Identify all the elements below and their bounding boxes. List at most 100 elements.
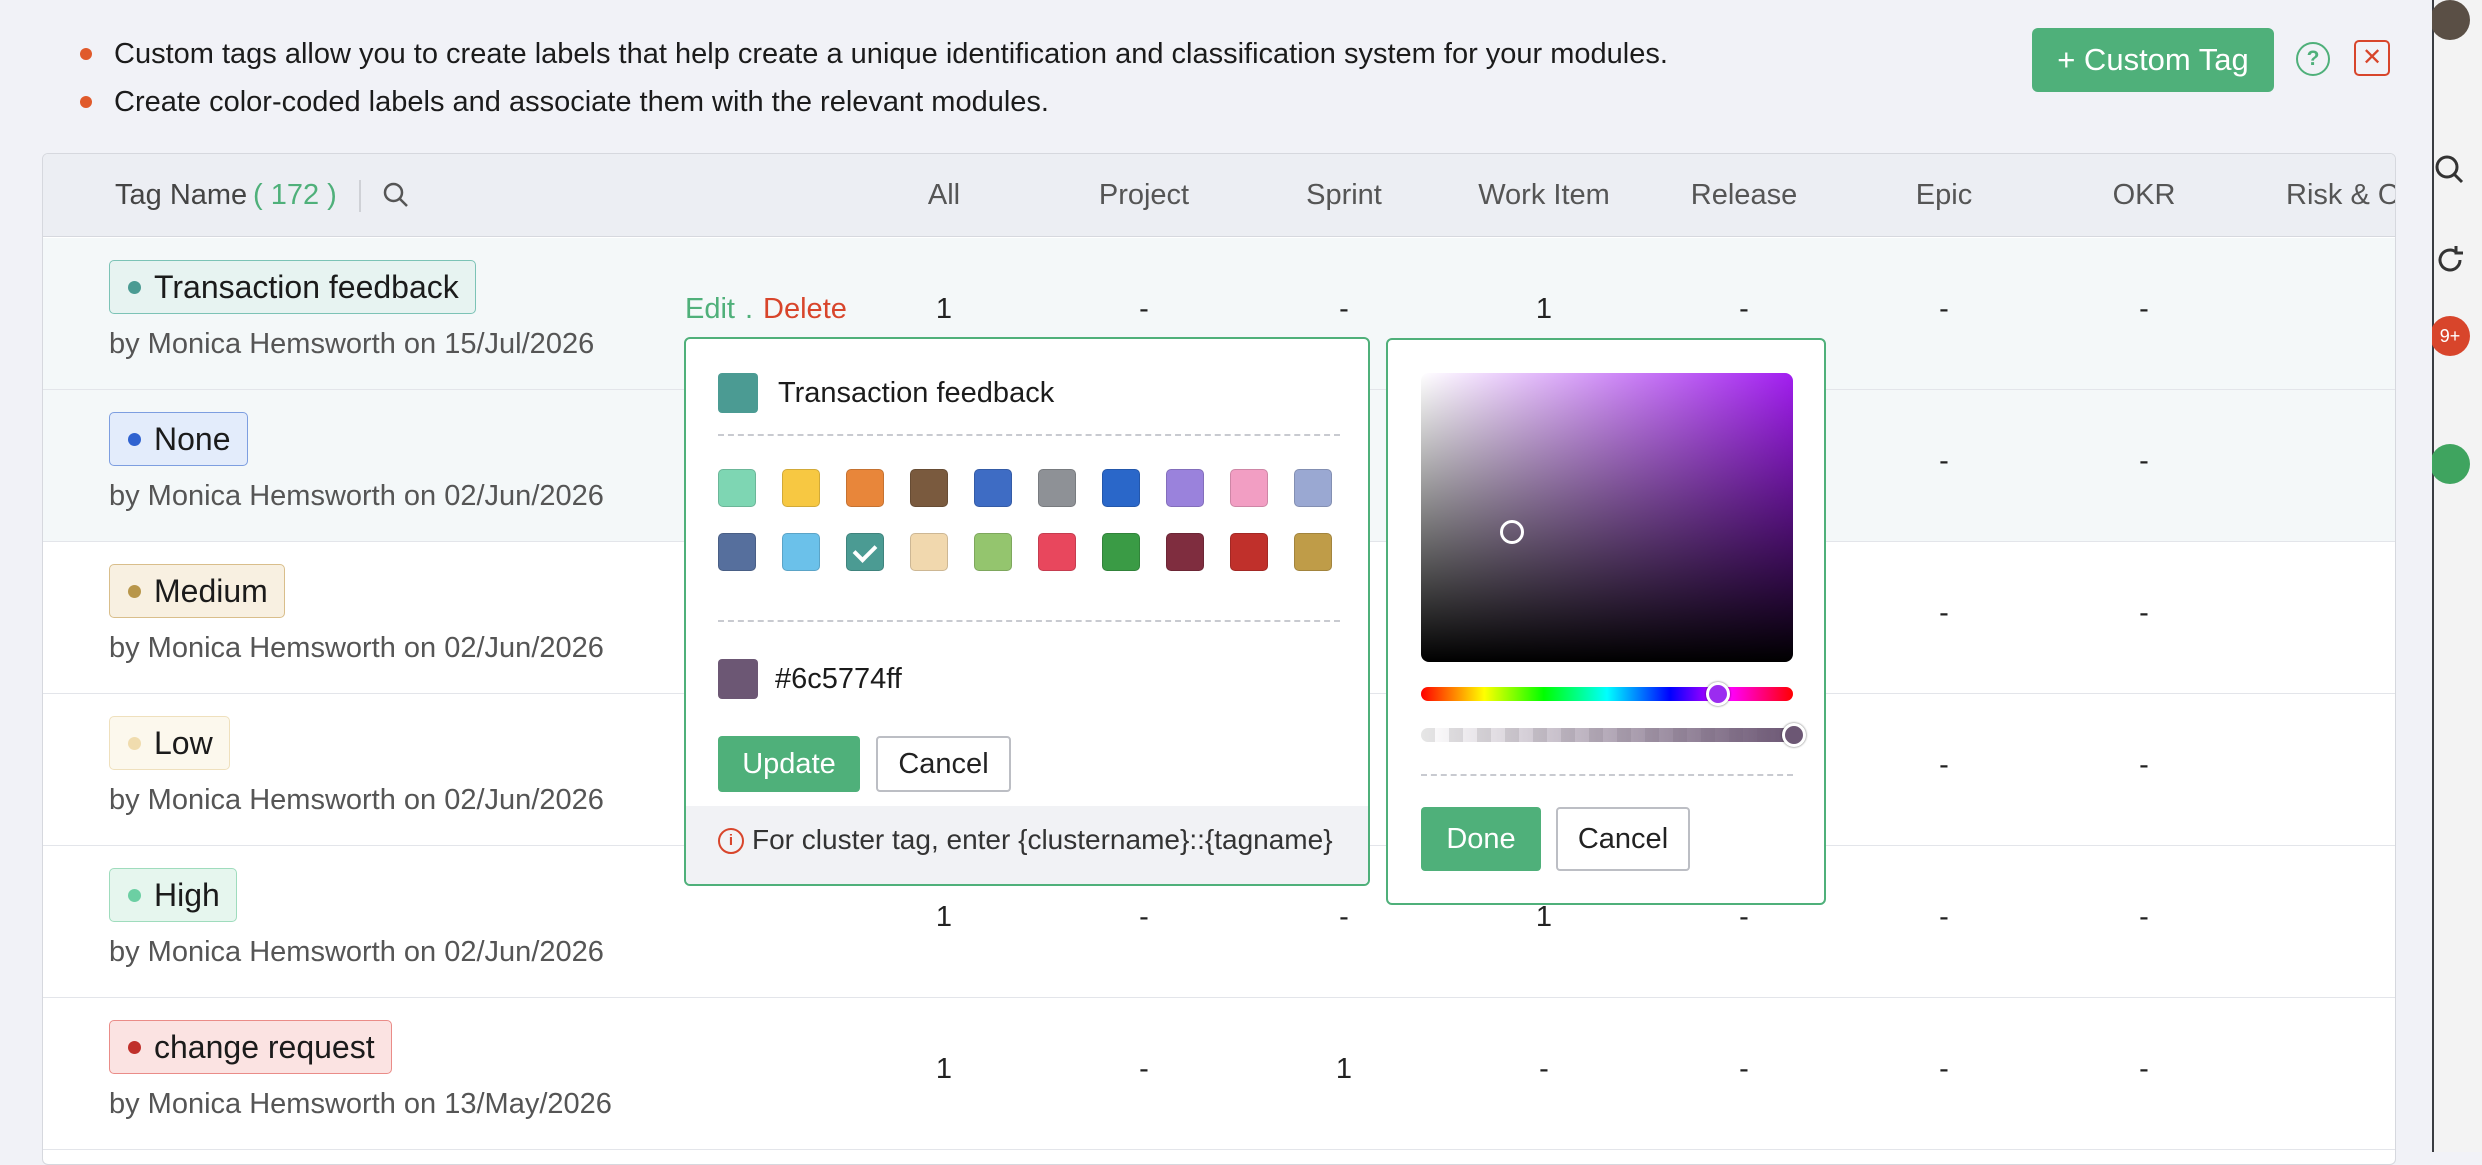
color-swatch[interactable] xyxy=(718,469,756,507)
count-cell[interactable]: - xyxy=(1844,749,2044,782)
color-swatch[interactable] xyxy=(846,533,884,571)
count-cell[interactable]: - xyxy=(2044,1053,2244,1086)
count-cell[interactable]: - xyxy=(2044,445,2244,478)
tag-chip[interactable]: High xyxy=(109,868,237,922)
color-swatch[interactable] xyxy=(1038,469,1076,507)
info-item: Custom tags allow you to create labels t… xyxy=(80,30,1668,78)
column-work-item[interactable]: Work Item xyxy=(1444,154,1644,236)
color-swatch[interactable] xyxy=(910,533,948,571)
divider xyxy=(718,434,1340,436)
search-icon[interactable] xyxy=(2430,150,2470,190)
hex-input[interactable]: #6c5774ff xyxy=(775,661,902,697)
search-icon[interactable] xyxy=(381,180,411,210)
count-cell[interactable]: - xyxy=(1044,293,1244,326)
saturation-handle[interactable] xyxy=(1500,520,1524,544)
app-icon[interactable] xyxy=(2430,444,2470,484)
help-icon[interactable]: ? xyxy=(2296,42,2330,76)
notification-badge[interactable]: 9+ xyxy=(2430,316,2470,356)
count-cell[interactable]: - xyxy=(2044,901,2244,934)
count-cell[interactable]: - xyxy=(1844,445,2044,478)
hue-slider-handle[interactable] xyxy=(1706,682,1730,706)
count-cell[interactable]: - xyxy=(1644,1053,1844,1086)
count-cell[interactable]: - xyxy=(1044,1053,1244,1086)
alpha-slider[interactable] xyxy=(1421,728,1793,742)
tag-name-header[interactable]: Tag Name xyxy=(115,154,247,236)
column-all[interactable]: All xyxy=(844,154,1044,236)
color-swatch[interactable] xyxy=(782,469,820,507)
column-risk[interactable]: Risk & O xyxy=(2286,154,2395,236)
count-cell[interactable]: - xyxy=(2044,597,2244,630)
count-cell[interactable]: - xyxy=(2044,293,2244,326)
update-button[interactable]: Update xyxy=(718,736,860,792)
color-swatch[interactable] xyxy=(1294,469,1332,507)
count-cell[interactable]: - xyxy=(1244,901,1444,934)
add-custom-tag-button[interactable]: + Custom Tag xyxy=(2032,28,2274,92)
count-cell[interactable]: 1 xyxy=(844,901,1044,934)
delete-link[interactable]: Delete xyxy=(763,293,847,325)
color-swatch[interactable] xyxy=(1102,533,1140,571)
divider xyxy=(1421,774,1793,776)
tag-created-by: by Monica Hemsworth on 02/Jun/2026 xyxy=(109,632,604,664)
count-cell[interactable]: - xyxy=(1844,293,2044,326)
count-cell[interactable]: - xyxy=(1444,1053,1644,1086)
bullet-dot xyxy=(80,48,92,60)
column-epic[interactable]: Epic xyxy=(1844,154,2044,236)
alpha-slider-handle[interactable] xyxy=(1782,723,1806,747)
count-cell[interactable]: - xyxy=(1844,597,2044,630)
picker-cancel-button[interactable]: Cancel xyxy=(1556,807,1690,871)
color-swatch[interactable] xyxy=(974,533,1012,571)
count-cell[interactable]: - xyxy=(1644,293,1844,326)
tag-color-dot xyxy=(128,737,141,750)
color-swatch[interactable] xyxy=(1038,533,1076,571)
avatar[interactable] xyxy=(2430,0,2470,40)
color-swatch[interactable] xyxy=(718,533,756,571)
color-swatch[interactable] xyxy=(782,533,820,571)
color-swatch[interactable] xyxy=(1102,469,1140,507)
color-swatch[interactable] xyxy=(1166,469,1204,507)
saturation-value-area[interactable] xyxy=(1421,373,1793,662)
tag-created-by: by Monica Hemsworth on 02/Jun/2026 xyxy=(109,936,604,968)
color-swatch[interactable] xyxy=(1230,469,1268,507)
count-cell[interactable]: - xyxy=(1244,293,1444,326)
edit-link[interactable]: Edit xyxy=(685,293,735,325)
tag-chip[interactable]: Low xyxy=(109,716,230,770)
done-button[interactable]: Done xyxy=(1421,807,1541,871)
count-cell[interactable]: - xyxy=(1844,1053,2044,1086)
info-text: Custom tags allow you to create labels t… xyxy=(114,38,1668,70)
color-swatch[interactable] xyxy=(846,469,884,507)
tag-color-dot xyxy=(128,281,141,294)
tag-chip[interactable]: Medium xyxy=(109,564,285,618)
column-okr[interactable]: OKR xyxy=(2044,154,2244,236)
tag-chip[interactable]: None xyxy=(109,412,248,466)
close-icon[interactable]: ✕ xyxy=(2354,40,2390,76)
tag-chip[interactable]: change request xyxy=(109,1020,392,1074)
refresh-icon[interactable] xyxy=(2430,240,2470,280)
color-swatch[interactable] xyxy=(974,469,1012,507)
column-sprint[interactable]: Sprint xyxy=(1244,154,1444,236)
current-color-swatch[interactable] xyxy=(718,659,758,699)
count-cell[interactable]: - xyxy=(1644,901,1844,934)
count-cell[interactable]: 1 xyxy=(1444,293,1644,326)
cancel-button[interactable]: Cancel xyxy=(876,736,1011,792)
info-icon: i xyxy=(718,828,744,854)
color-swatch[interactable] xyxy=(1166,533,1204,571)
color-swatch[interactable] xyxy=(1230,533,1268,571)
color-swatch[interactable] xyxy=(910,469,948,507)
tag-color-dot xyxy=(128,433,141,446)
count-cell[interactable]: 1 xyxy=(1244,1053,1444,1086)
count-cell[interactable]: - xyxy=(1844,901,2044,934)
column-release[interactable]: Release xyxy=(1644,154,1844,236)
column-project[interactable]: Project xyxy=(1044,154,1244,236)
count-cell[interactable]: - xyxy=(2044,749,2244,782)
tag-color-dot xyxy=(128,889,141,902)
hue-slider[interactable] xyxy=(1421,687,1793,701)
tag-chip[interactable]: Transaction feedback xyxy=(109,260,476,314)
table-row[interactable]: change request by Monica Hemsworth on 13/… xyxy=(43,998,2395,1150)
count-cell[interactable]: 1 xyxy=(1444,901,1644,934)
count-cell[interactable]: - xyxy=(1044,901,1244,934)
color-swatch[interactable] xyxy=(1294,533,1332,571)
count-cell[interactable]: 1 xyxy=(844,293,1044,326)
count-cell[interactable]: 1 xyxy=(844,1053,1044,1086)
tag-created-by: by Monica Hemsworth on 02/Jun/2026 xyxy=(109,784,604,816)
tag-name-value[interactable]: Transaction feedback xyxy=(778,375,1054,411)
